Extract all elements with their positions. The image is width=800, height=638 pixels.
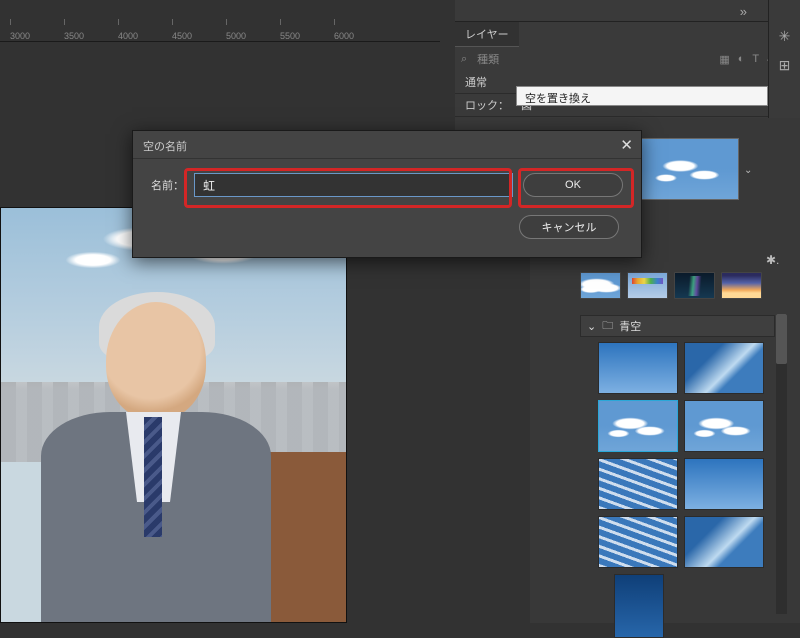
sky-thumb[interactable] (684, 342, 764, 394)
ruler-tick: 3000 (10, 31, 64, 41)
ruler: 3000 3500 4000 4500 5000 5500 6000 (0, 24, 440, 42)
ruler-tick: 6000 (334, 31, 388, 41)
sky-thumb[interactable] (627, 272, 668, 299)
scrollbar-handle[interactable] (776, 314, 787, 364)
lock-label: ロック： (465, 97, 509, 113)
gear-icon[interactable]: ✱. (766, 253, 779, 267)
ruler-tick: 4000 (118, 31, 172, 41)
chevron-down-icon: ⌄ (587, 320, 596, 333)
sky-thumb[interactable] (580, 272, 621, 299)
filter-type-icon[interactable]: T (752, 53, 759, 66)
sky-dropdown-chevron-icon[interactable]: ⌄ (744, 165, 752, 176)
sky-preview[interactable] (641, 138, 739, 200)
ruler-tick: 3500 (64, 31, 118, 41)
cancel-button[interactable]: キャンセル (519, 215, 619, 239)
sky-thumb[interactable] (614, 574, 664, 638)
compass-icon[interactable]: ✳ (779, 28, 791, 45)
layers-tab[interactable]: レイヤー (455, 22, 519, 47)
sky-thumb[interactable] (684, 458, 764, 510)
sky-folder-header[interactable]: ⌄ 🗀 青空 (580, 315, 775, 337)
blend-mode-select[interactable]: 通常 (465, 74, 487, 90)
sky-name-input[interactable] (194, 173, 513, 197)
filter-kind-label[interactable]: 種類 (477, 51, 499, 67)
ruler-tick: 5000 (226, 31, 280, 41)
close-icon[interactable]: ✕ (620, 136, 633, 154)
filter-adjust-icon[interactable]: ◐ (738, 53, 745, 66)
ruler-tool-icon[interactable]: ⊞ (779, 57, 791, 74)
name-field-label: 名前： (151, 177, 184, 193)
panel-top-bar: » « (455, 0, 800, 22)
sky-preview-image (642, 139, 738, 199)
collapse-left-icon[interactable]: » (740, 4, 744, 19)
folder-name: 青空 (619, 318, 641, 334)
sky-thumb-grid (598, 342, 773, 638)
sky-list-scrollbar[interactable] (776, 314, 787, 614)
folder-icon: 🗀 (602, 317, 613, 336)
recent-skies-row (580, 272, 762, 299)
sky-name-dialog: 空の名前 ✕ 名前： OK キャンセル (132, 130, 642, 258)
sky-thumb[interactable] (721, 272, 762, 299)
panel-options: ✱. (766, 253, 779, 267)
sky-thumb[interactable] (674, 272, 715, 299)
search-icon[interactable]: ⌕ (461, 53, 467, 66)
sky-replace-tab[interactable]: 空を置き換え (516, 86, 768, 106)
sky-replace-label: 空を置き換え (525, 93, 591, 105)
sky-thumb[interactable] (598, 458, 678, 510)
ruler-tick: 4500 (172, 31, 226, 41)
sky-thumb[interactable] (598, 342, 678, 394)
sky-thumb-selected[interactable] (598, 400, 678, 452)
sky-thumb[interactable] (684, 400, 764, 452)
sky-thumb[interactable] (598, 516, 678, 568)
filter-image-icon[interactable]: ▦ (719, 53, 729, 66)
document-canvas[interactable] (0, 207, 347, 623)
canvas-image (0, 207, 347, 623)
ok-button[interactable]: OK (523, 173, 623, 197)
sky-thumb[interactable] (684, 516, 764, 568)
dialog-title: 空の名前 (133, 131, 641, 159)
ruler-tick: 5500 (280, 31, 334, 41)
